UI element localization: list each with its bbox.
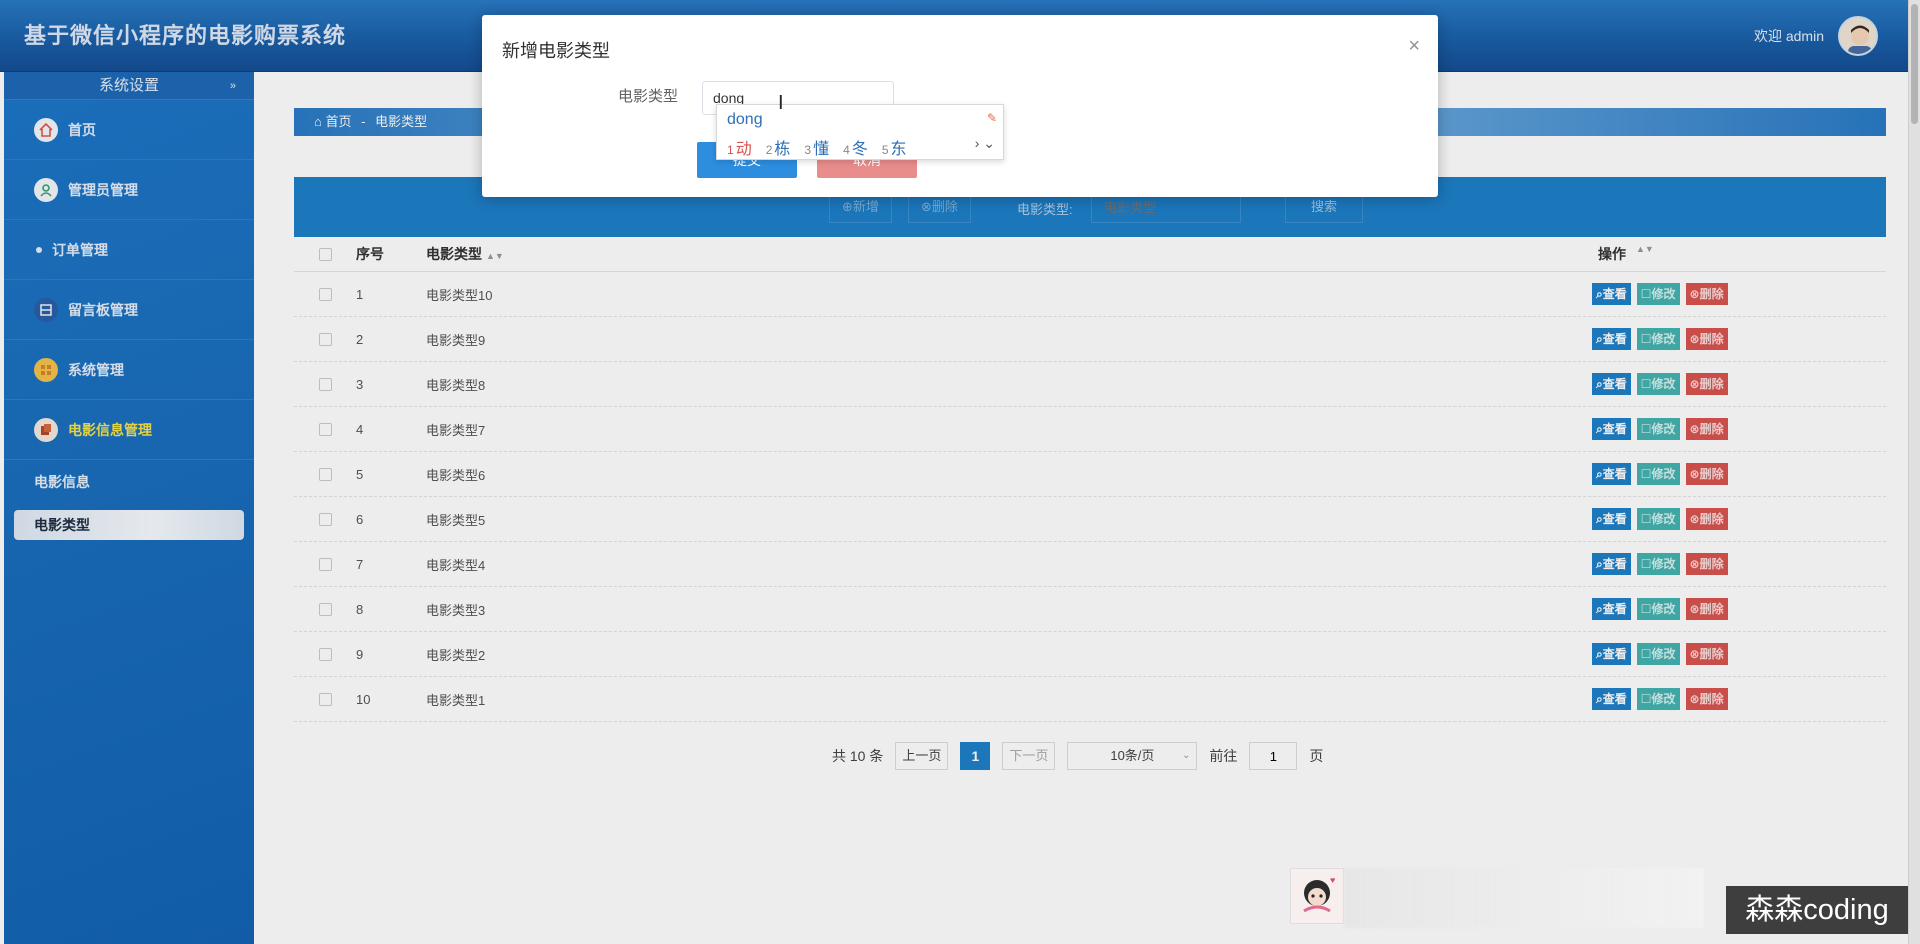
ime-candidate-popup: dong ✎ 1动2栋3懂4冬5东 › ⌄ xyxy=(716,104,1004,160)
dialog-title: 新增电影类型 xyxy=(502,41,610,61)
watermark: 森森coding xyxy=(1726,886,1908,934)
ime-candidates: 1动2栋3懂4冬5东 xyxy=(727,135,907,159)
sticker-image: ♥ xyxy=(1290,868,1344,924)
ime-candidate-word: 东 xyxy=(890,141,907,158)
ime-candidate-word: 冬 xyxy=(851,141,868,158)
ime-nav[interactable]: › ⌄ xyxy=(975,135,995,152)
anime-sticker-icon: ♥ xyxy=(1303,875,1335,913)
ime-candidate-number: 4 xyxy=(843,143,850,157)
text-cursor-icon: I xyxy=(778,92,784,114)
ime-candidate[interactable]: 4冬 xyxy=(843,135,868,159)
ime-candidate[interactable]: 5东 xyxy=(882,135,907,159)
ime-candidate-number: 1 xyxy=(727,143,734,157)
ime-candidate-number: 5 xyxy=(881,143,889,157)
ime-candidate-number: 2 xyxy=(765,143,773,157)
ime-candidate-word: 栋 xyxy=(774,141,791,158)
ime-composition: dong xyxy=(727,111,763,128)
svg-text:♥: ♥ xyxy=(1330,875,1335,885)
ime-candidate-number: 3 xyxy=(804,143,812,157)
movie-type-field-label: 电影类型 xyxy=(618,88,679,105)
ime-skin-icon[interactable]: ✎ xyxy=(987,111,997,125)
ime-candidate[interactable]: 2栋 xyxy=(766,135,791,159)
blurred-region xyxy=(1344,868,1704,928)
ime-candidate[interactable]: 1动 xyxy=(727,135,752,159)
close-icon[interactable]: × xyxy=(1408,35,1420,58)
ime-candidate-word: 动 xyxy=(735,141,752,158)
ime-candidate[interactable]: 3懂 xyxy=(804,135,829,159)
ime-candidate-word: 懂 xyxy=(813,141,830,158)
